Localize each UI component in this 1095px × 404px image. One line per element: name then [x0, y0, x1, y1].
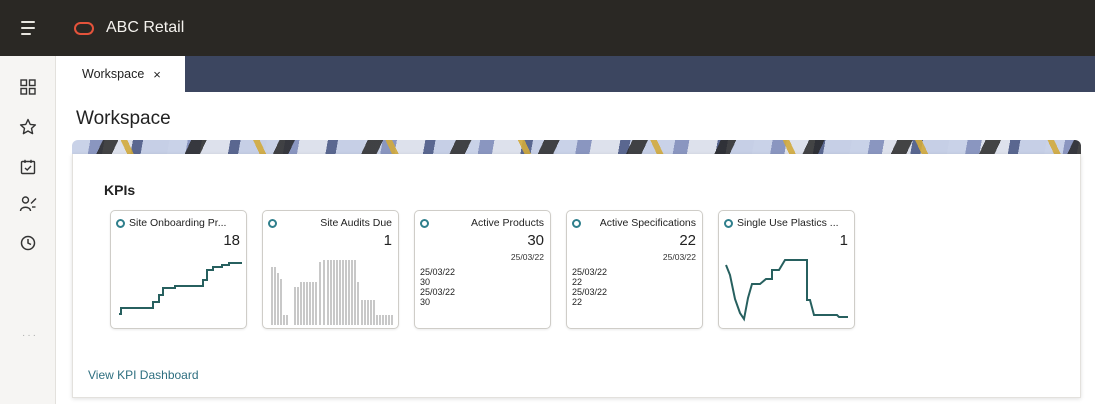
kpi-card-title: Active Products	[471, 217, 544, 229]
kpi-card-value: 22	[679, 232, 696, 249]
kpi-card-active-products[interactable]: Active Products 30 25/03/22 25/03/22 30 …	[414, 210, 551, 329]
tab-label: Workspace	[82, 67, 145, 81]
close-icon[interactable]: ×	[153, 67, 161, 82]
top-bar: ABC Retail	[0, 0, 1095, 56]
kpi-card-active-specifications[interactable]: Active Specifications 22 25/03/22 25/03/…	[566, 210, 703, 329]
kpi-card-date: 25/03/22	[662, 252, 696, 262]
clock-icon[interactable]	[18, 233, 38, 253]
detail-value: 22	[572, 277, 583, 287]
people-icon[interactable]	[18, 194, 38, 214]
detail-date: 25/03/22	[572, 267, 608, 277]
kpi-card-single-use-plastics[interactable]: Single Use Plastics ... 1	[718, 210, 855, 329]
detail-date: 25/03/22	[572, 287, 608, 297]
oracle-logo-icon	[74, 21, 94, 35]
view-kpi-dashboard-link[interactable]: View KPI Dashboard	[88, 368, 199, 382]
kpi-card-details: 25/03/22 22 25/03/22 22	[572, 267, 607, 307]
kpi-sparkline	[119, 262, 242, 315]
tab-strip: Workspace ×	[70, 56, 1095, 92]
app-title: ABC Retail	[106, 19, 185, 36]
kpi-card-title: Active Specifications	[599, 217, 696, 229]
detail-value: 22	[572, 297, 583, 307]
circle-outline-icon	[420, 219, 429, 228]
sidebar-more-dots: ···	[22, 330, 38, 341]
brand: ABC Retail	[74, 19, 184, 37]
kpi-bar-chart	[271, 260, 393, 325]
kpi-card-date: 25/03/22	[510, 252, 544, 262]
detail-date: 25/03/22	[420, 287, 456, 297]
tab-workspace[interactable]: Workspace ×	[70, 56, 185, 92]
detail-value: 30	[420, 297, 431, 307]
detail-date: 25/03/22	[420, 267, 456, 277]
hamburger-menu-icon[interactable]	[0, 0, 56, 56]
decorative-banner	[72, 140, 1081, 154]
star-icon[interactable]	[18, 117, 38, 137]
sidebar: ···	[0, 56, 56, 404]
kpi-card-site-onboarding[interactable]: Site Onboarding Pr... 18	[110, 210, 247, 329]
detail-value: 30	[420, 277, 431, 287]
kpi-card-details: 25/03/22 30 25/03/22 30	[420, 267, 455, 307]
kpis-heading: KPIs	[104, 182, 136, 198]
circle-outline-icon	[572, 219, 581, 228]
kpi-sparkline	[725, 259, 848, 322]
kpi-card-value: 30	[527, 232, 544, 249]
calendar-check-icon[interactable]	[18, 157, 38, 177]
kpi-card-site-audits[interactable]: Site Audits Due 1	[262, 210, 399, 329]
grid-icon[interactable]	[18, 77, 38, 97]
page-title: Workspace	[76, 108, 171, 129]
